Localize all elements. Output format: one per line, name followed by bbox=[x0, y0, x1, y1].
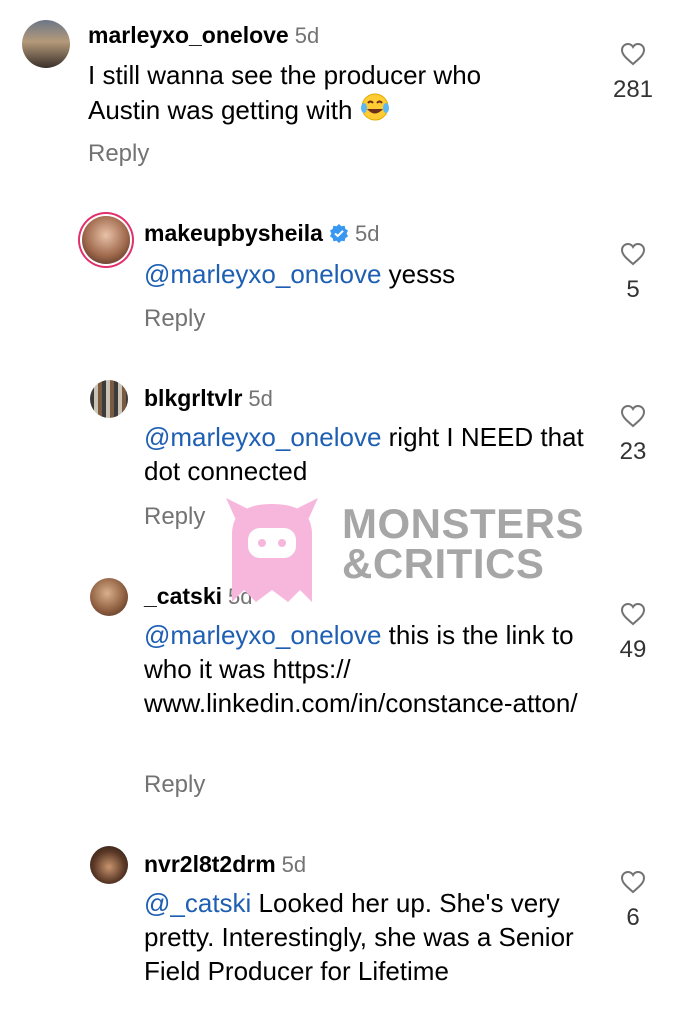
avatar[interactable] bbox=[90, 380, 128, 418]
monster-logo-icon bbox=[226, 498, 318, 602]
reply-button[interactable]: Reply bbox=[144, 503, 205, 531]
comment-time: 5d bbox=[294, 23, 320, 48]
like-control[interactable]: 23 bbox=[598, 404, 668, 466]
comment-username[interactable]: marleyxo_onelove 5d bbox=[88, 22, 319, 49]
comment-text: I still wanna see the producer who Austi… bbox=[88, 58, 533, 130]
like-count: 281 bbox=[612, 76, 654, 103]
avatar[interactable] bbox=[90, 578, 128, 616]
comment-text: @marleyxo_onelove yesss bbox=[144, 259, 456, 289]
like-count: 49 bbox=[619, 636, 647, 663]
avatar[interactable] bbox=[90, 846, 128, 884]
comment-time: 5d bbox=[281, 852, 307, 877]
reply-button[interactable]: Reply bbox=[88, 140, 149, 168]
reply-button[interactable]: Reply bbox=[144, 771, 205, 799]
heart-icon[interactable] bbox=[620, 242, 646, 266]
comment-text: @marleyxo_onelove this is the link to wh… bbox=[144, 620, 578, 718]
comment-time: 5d bbox=[354, 221, 380, 246]
heart-icon[interactable] bbox=[620, 404, 646, 428]
tears-of-joy-emoji bbox=[360, 92, 390, 130]
like-control[interactable]: 5 bbox=[598, 242, 668, 304]
mention-link[interactable]: @marleyxo_onelove bbox=[144, 259, 381, 289]
mention-link[interactable]: @marleyxo_onelove bbox=[144, 422, 381, 452]
watermark-line2: &CRITICS bbox=[342, 540, 545, 587]
like-count: 6 bbox=[626, 904, 640, 931]
like-control[interactable]: 281 bbox=[598, 42, 668, 104]
comment-text: @marleyxo_onelove right I NEED that dot … bbox=[144, 422, 584, 486]
avatar[interactable] bbox=[82, 216, 130, 264]
monsters-critics-watermark: MONSTERS &CRITICS bbox=[222, 494, 584, 609]
like-count: 5 bbox=[626, 276, 640, 303]
like-control[interactable]: 49 bbox=[598, 602, 668, 664]
comment-username[interactable]: nvr2l8t2drm 5d bbox=[144, 851, 306, 878]
heart-icon[interactable] bbox=[620, 602, 646, 626]
like-count: 23 bbox=[619, 438, 647, 465]
heart-icon[interactable] bbox=[620, 42, 646, 66]
comment-time: 5d bbox=[248, 386, 273, 411]
mention-link[interactable]: @_catski bbox=[144, 888, 251, 918]
verified-badge-icon bbox=[329, 222, 349, 249]
comment-username[interactable]: makeupbysheila 5d bbox=[144, 220, 379, 249]
like-control[interactable]: 6 bbox=[598, 870, 668, 932]
avatar[interactable] bbox=[22, 20, 70, 68]
reply-button[interactable]: Reply bbox=[144, 305, 205, 333]
comment-text: @_catski Looked her up. She's very prett… bbox=[144, 888, 574, 986]
heart-icon[interactable] bbox=[620, 870, 646, 894]
mention-link[interactable]: @marleyxo_onelove bbox=[144, 620, 381, 650]
comment-username[interactable]: blkgrltvlr 5d bbox=[144, 385, 273, 412]
